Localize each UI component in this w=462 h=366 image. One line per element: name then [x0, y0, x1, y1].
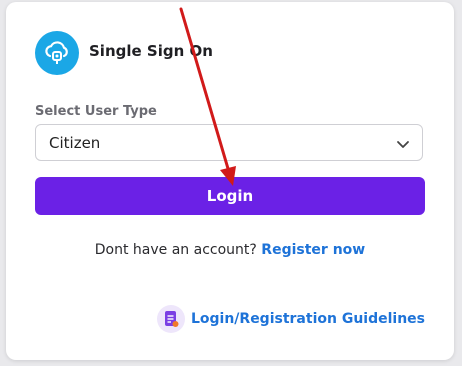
document-icon — [156, 305, 185, 333]
register-prompt: Dont have an account? — [94, 242, 257, 258]
login-card: Single Sign On Select User Type Citizen … — [6, 2, 454, 360]
user-type-select[interactable]: Citizen — [35, 124, 423, 161]
brand-title: Single Sign On — [89, 42, 213, 60]
chevron-down-icon — [397, 141, 409, 148]
guidelines-link[interactable]: Login/Registration Guidelines — [156, 305, 425, 333]
register-line: Dont have an account? Register now — [6, 242, 454, 258]
login-button[interactable]: Login — [35, 177, 425, 215]
user-type-value: Citizen — [49, 134, 101, 152]
register-now-link[interactable]: Register now — [261, 242, 365, 258]
guidelines-label: Login/Registration Guidelines — [190, 311, 425, 327]
cloud-lock-icon — [35, 31, 79, 75]
user-type-label: Select User Type — [35, 104, 157, 119]
